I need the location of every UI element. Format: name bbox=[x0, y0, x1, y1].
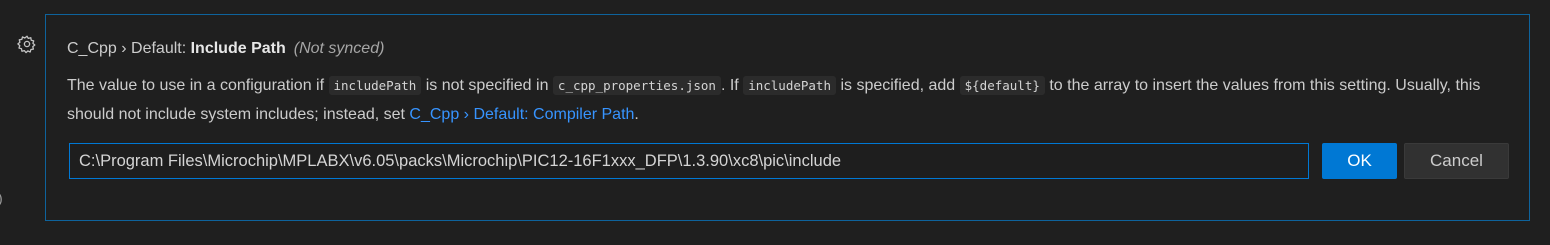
description-text: . bbox=[634, 106, 639, 123]
ok-button[interactable]: OK bbox=[1322, 143, 1397, 179]
include-path-input[interactable] bbox=[69, 143, 1309, 179]
description-text: is not specified in bbox=[421, 77, 553, 94]
code-snippet: includePath bbox=[328, 76, 422, 95]
cancel-button[interactable]: Cancel bbox=[1404, 143, 1509, 179]
setting-category: C_Cpp › Default: bbox=[67, 40, 191, 57]
compiler-path-setting-link[interactable]: C_Cpp › Default: Compiler Path bbox=[409, 106, 634, 123]
description-text: is specified, add bbox=[836, 77, 960, 94]
code-snippet: includePath bbox=[743, 76, 836, 95]
setting-title: C_Cpp › Default: Include Path (Not synced… bbox=[67, 38, 384, 60]
settings-editor: ) C_Cpp › Default: Include Path (Not sync… bbox=[0, 0, 1550, 245]
description-text: The value to use in a configuration if bbox=[67, 77, 329, 94]
description-text: . If bbox=[720, 77, 744, 94]
sync-status-indicator: (Not synced) bbox=[293, 40, 385, 57]
gear-icon[interactable] bbox=[15, 32, 39, 56]
gutter-glyph: ) bbox=[0, 190, 3, 206]
code-snippet: c_cpp_properties.json bbox=[552, 76, 721, 95]
setting-label: Include Path bbox=[190, 40, 286, 57]
setting-item-include-path: C_Cpp › Default: Include Path (Not synced… bbox=[45, 14, 1530, 221]
code-snippet: ${default} bbox=[959, 76, 1045, 95]
setting-description: The value to use in a configuration if i… bbox=[67, 71, 1517, 129]
